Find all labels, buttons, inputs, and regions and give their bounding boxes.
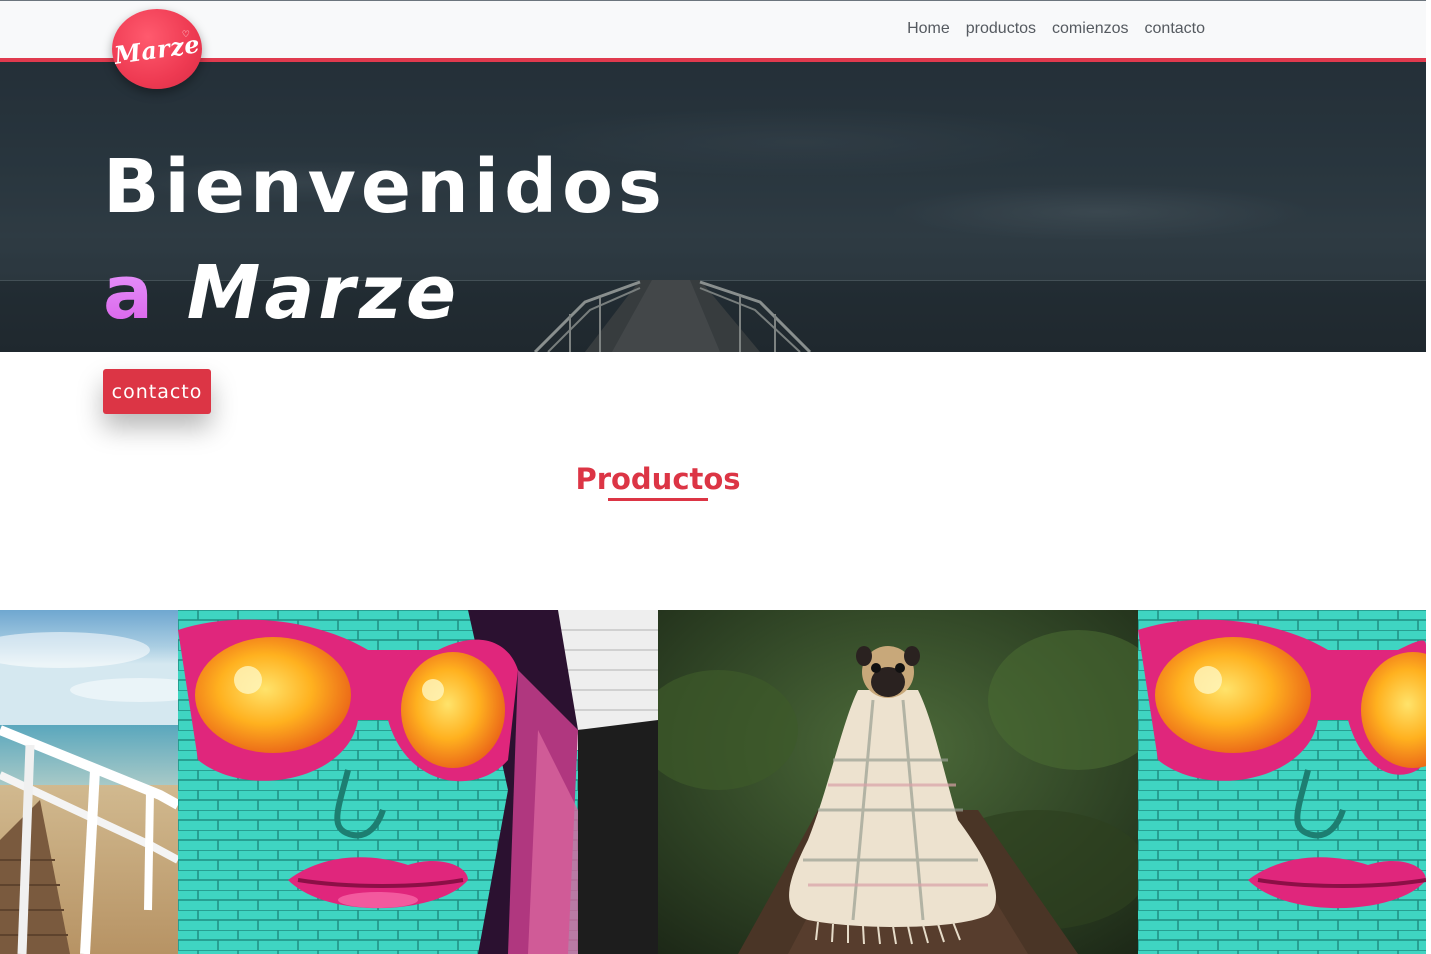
nav-menu: Home productos comienzos contacto [907, 20, 1205, 38]
hero-banner: Bienvenidos a Marze [0, 62, 1426, 352]
nav-link-contacto[interactable]: contacto [1145, 20, 1205, 38]
contacto-button[interactable]: contacto [103, 369, 211, 414]
products-section-title: Productos [575, 462, 741, 496]
pug-blanket-image[interactable] [658, 610, 1138, 954]
heart-icon: ♡ [181, 29, 190, 39]
brand-logo[interactable]: Marze ♡ [112, 9, 202, 89]
page-scrollbar[interactable] [1426, 0, 1431, 954]
nav-link-home[interactable]: Home [907, 20, 950, 38]
hero-heading-line1: Bienvenidos [103, 144, 667, 230]
products-gallery [0, 610, 1426, 954]
page: Home productos comienzos contacto Marze … [0, 0, 1431, 954]
nav-link-comienzos[interactable]: comienzos [1052, 20, 1128, 38]
navbar: Home productos comienzos contacto [0, 0, 1426, 62]
nav-link-productos[interactable]: productos [966, 20, 1036, 38]
pier-image[interactable] [0, 610, 178, 954]
hero-heading-line2: a Marze [103, 256, 460, 330]
hero-heading-brand: Marze [186, 250, 461, 336]
graffiti-sunglasses-image-2[interactable] [1138, 610, 1426, 954]
products-title-underline [608, 498, 708, 501]
graffiti-sunglasses-image[interactable] [178, 610, 658, 954]
hero-heading-prefix: a [103, 250, 157, 336]
